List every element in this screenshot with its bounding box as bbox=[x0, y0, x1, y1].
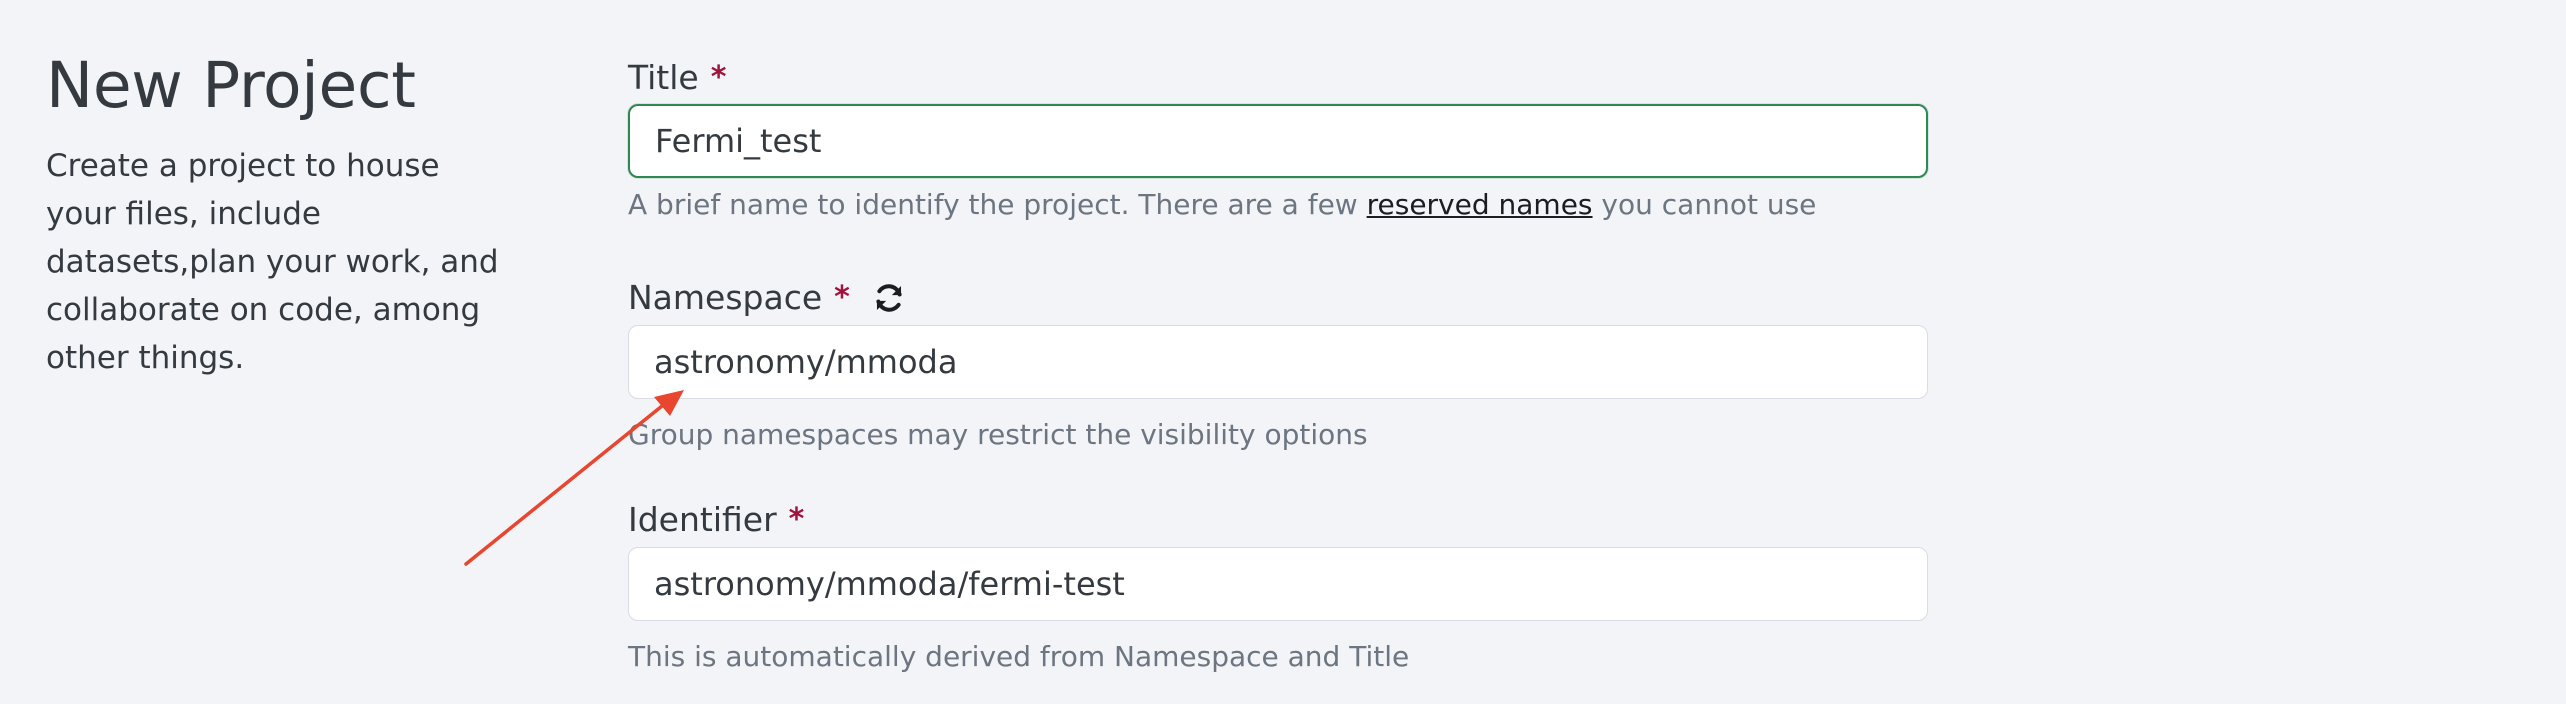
namespace-input[interactable] bbox=[628, 325, 1928, 399]
identifier-input[interactable] bbox=[628, 547, 1928, 621]
title-input[interactable] bbox=[628, 104, 1928, 178]
page-description: Create a project to house your files, in… bbox=[46, 148, 499, 377]
intro-panel: New Project Create a project to house yo… bbox=[46, 49, 506, 382]
reserved-names-link[interactable]: reserved names bbox=[1367, 188, 1593, 221]
identifier-label: Identifier * bbox=[628, 500, 804, 539]
title-label: Title * bbox=[628, 58, 726, 97]
page-title: New Project bbox=[46, 49, 416, 122]
namespace-label-text: Namespace bbox=[628, 278, 823, 317]
required-mark: * bbox=[834, 280, 850, 315]
namespace-label: Namespace * bbox=[628, 278, 906, 317]
title-help-suffix: you cannot use bbox=[1592, 188, 1817, 221]
required-mark: * bbox=[788, 502, 805, 537]
namespace-help: Group namespaces may restrict the visibi… bbox=[628, 418, 1368, 451]
refresh-icon[interactable] bbox=[872, 281, 906, 315]
title-help-prefix: A brief name to identify the project. Th… bbox=[628, 188, 1367, 221]
title-label-text: Title bbox=[628, 58, 699, 97]
new-project-page: New Project Create a project to house yo… bbox=[0, 0, 2566, 704]
title-help: A brief name to identify the project. Th… bbox=[628, 188, 1816, 221]
identifier-help: This is automatically derived from Names… bbox=[628, 640, 1410, 673]
identifier-label-text: Identifier bbox=[628, 500, 777, 539]
required-mark: * bbox=[710, 60, 727, 95]
